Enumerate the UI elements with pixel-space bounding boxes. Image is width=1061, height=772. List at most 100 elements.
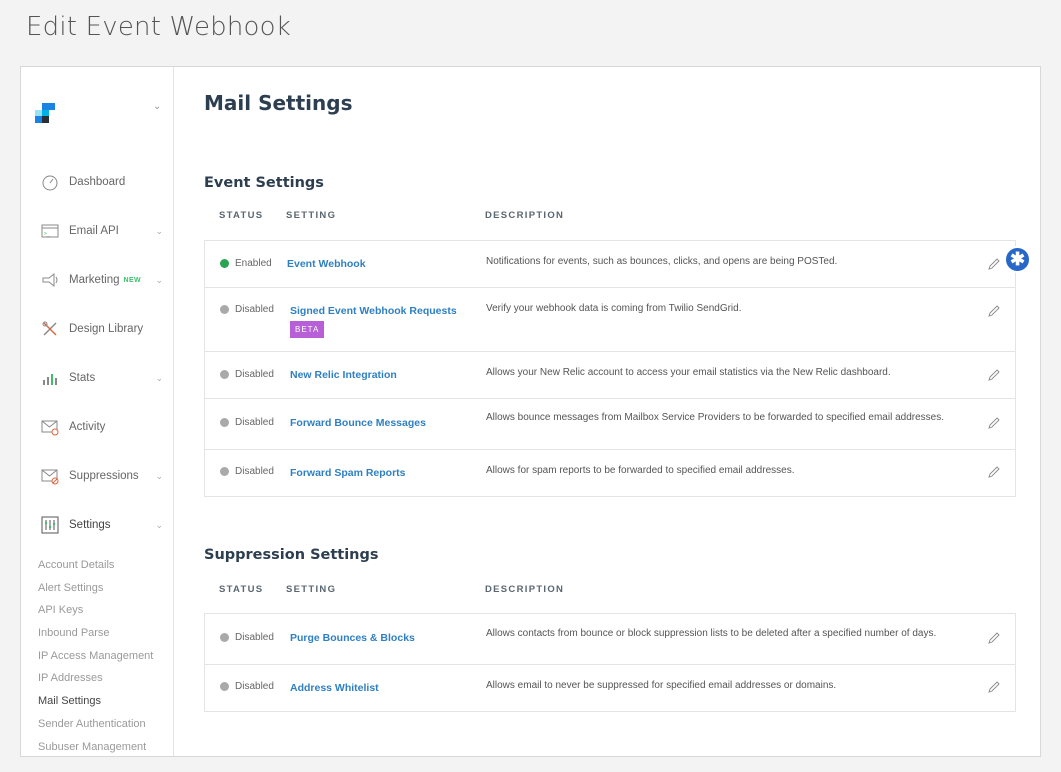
submenu-item-ip-addresses[interactable]: IP Addresses (38, 667, 153, 690)
status-indicator: Disabled (220, 632, 274, 643)
megaphone-icon (42, 272, 58, 288)
setting-description: Allows for spam reports to be forwarded … (486, 465, 795, 476)
setting-link-event-webhook[interactable]: Event Webhook (287, 258, 366, 271)
sidebar-item-email-api[interactable]: >_ Email API ⌄ (21, 211, 173, 251)
status-dot (220, 633, 229, 642)
setting-description: Allows email to never be suppressed for … (486, 680, 837, 691)
suppression-settings-table: Disabled Purge Bounces & Blocks Allows c… (204, 613, 1016, 712)
activity-envelope-icon (41, 420, 59, 436)
table-row: Disabled Signed Event Webhook Requests B… (205, 288, 1015, 352)
main-content: Mail Settings Event Settings STATUS SETT… (174, 67, 1040, 756)
pencil-edit-icon[interactable] (987, 465, 1001, 479)
status-indicator: Disabled (220, 369, 274, 380)
pencil-edit-icon[interactable] (987, 416, 1001, 430)
chevron-down-icon: ⌄ (155, 519, 163, 530)
event-settings-title: Event Settings (204, 175, 324, 191)
sidebar-item-label: Dashboard (69, 176, 126, 188)
column-header-description: DESCRIPTION (485, 584, 565, 595)
status-dot (220, 418, 229, 427)
beta-badge: BETA (290, 321, 325, 338)
status-text: Disabled (235, 632, 274, 643)
sidebar-item-settings[interactable]: Settings ⌄ (21, 505, 173, 545)
status-indicator: Disabled (220, 681, 274, 692)
setting-link-address-whitelist[interactable]: Address Whitelist (290, 682, 379, 695)
status-text: Disabled (235, 417, 274, 428)
sidebar-item-label: Stats (69, 372, 96, 384)
status-text: Disabled (235, 466, 274, 477)
chevron-down-icon: ⌄ (155, 470, 163, 481)
svg-text:>_: >_ (44, 231, 51, 237)
submenu-item-sender-authentication[interactable]: Sender Authentication (38, 713, 153, 736)
status-indicator: Disabled (220, 466, 274, 477)
setting-link-signed-event-webhook-requests[interactable]: Signed Event Webhook Requests BETA (290, 305, 457, 338)
terminal-icon: >_ (41, 224, 59, 238)
pencil-edit-icon[interactable] (987, 304, 1001, 318)
sidebar-item-marketing[interactable]: Marketing NEW ⌄ (21, 260, 173, 300)
sidebar-item-label: Design Library (69, 323, 144, 335)
submenu-item-mail-settings[interactable]: Mail Settings (38, 690, 153, 713)
submenu-item-account-details[interactable]: Account Details (38, 554, 153, 577)
submenu-item-alert-settings[interactable]: Alert Settings (38, 577, 153, 600)
table-row: Disabled New Relic Integration Allows yo… (205, 352, 1015, 399)
submenu-item-inbound-parse[interactable]: Inbound Parse (38, 622, 153, 645)
status-dot (220, 305, 229, 314)
setting-link-forward-spam-reports[interactable]: Forward Spam Reports (290, 467, 406, 480)
setting-link-purge-bounces-blocks[interactable]: Purge Bounces & Blocks (290, 632, 415, 645)
help-asterisk-button[interactable]: ✱ (1004, 246, 1031, 273)
column-header-status: STATUS (219, 584, 264, 595)
chevron-down-icon: ⌄ (155, 372, 163, 383)
sidebar-item-label: Email API (69, 225, 119, 237)
setting-description: Allows contacts from bounce or block sup… (486, 628, 937, 639)
chevron-down-icon: ⌄ (155, 274, 163, 285)
new-badge: NEW (123, 276, 142, 284)
pencil-edit-icon[interactable] (987, 631, 1001, 645)
bar-chart-icon (43, 374, 57, 385)
table-row: Enabled Event Webhook Notifications for … (205, 241, 1015, 288)
pencil-edit-icon[interactable] (987, 680, 1001, 694)
table-row: Disabled Purge Bounces & Blocks Allows c… (205, 614, 1015, 665)
sidebar-item-dashboard[interactable]: Dashboard (21, 162, 173, 202)
submenu-item-ip-access-management[interactable]: IP Access Management (38, 645, 153, 668)
sidebar: ⌄ Dashboard >_ Email API ⌄ Marketing NEW… (21, 67, 174, 756)
chevron-down-icon[interactable]: ⌄ (153, 101, 161, 112)
setting-description: Notifications for events, such as bounce… (486, 256, 838, 267)
setting-label: Signed Event Webhook Requests (290, 305, 457, 317)
submenu-item-api-keys[interactable]: API Keys (38, 599, 153, 622)
suppression-settings-title: Suppression Settings (204, 547, 379, 563)
setting-description: Verify your webhook data is coming from … (486, 303, 742, 314)
status-text: Enabled (235, 258, 272, 269)
dashboard-gauge-icon (42, 175, 58, 191)
status-indicator: Disabled (220, 304, 274, 315)
app-frame: ⌄ Dashboard >_ Email API ⌄ Marketing NEW… (20, 66, 1041, 757)
status-text: Disabled (235, 369, 274, 380)
table-row: Disabled Forward Spam Reports Allows for… (205, 450, 1015, 496)
sidebar-item-label: Activity (69, 421, 106, 433)
page-title: Mail Settings (204, 91, 353, 115)
status-dot (220, 370, 229, 379)
setting-link-forward-bounce-messages[interactable]: Forward Bounce Messages (290, 417, 426, 430)
suppression-envelope-icon (41, 469, 59, 485)
status-indicator: Enabled (220, 258, 272, 269)
pencil-edit-icon[interactable] (987, 257, 1001, 271)
status-dot (220, 467, 229, 476)
sidebar-item-design-library[interactable]: Design Library (21, 309, 173, 349)
setting-link-new-relic-integration[interactable]: New Relic Integration (290, 369, 397, 382)
status-text: Disabled (235, 304, 274, 315)
sendgrid-logo-icon[interactable] (35, 103, 55, 123)
sidebar-item-activity[interactable]: Activity (21, 407, 173, 447)
chevron-down-icon: ⌄ (155, 225, 163, 236)
status-dot (220, 682, 229, 691)
column-header-setting: SETTING (286, 584, 337, 595)
pencil-edit-icon[interactable] (987, 368, 1001, 382)
sidebar-item-label: Settings (69, 519, 111, 531)
table-row: Disabled Address Whitelist Allows email … (205, 665, 1015, 711)
sidebar-item-suppressions[interactable]: Suppressions ⌄ (21, 456, 173, 496)
design-tools-icon (42, 321, 57, 336)
status-text: Disabled (235, 681, 274, 692)
sidebar-item-stats[interactable]: Stats ⌄ (21, 358, 173, 398)
setting-description: Allows bounce messages from Mailbox Serv… (486, 412, 944, 423)
settings-submenu: Account Details Alert Settings API Keys … (38, 554, 153, 757)
table-row: Disabled Forward Bounce Messages Allows … (205, 399, 1015, 450)
settings-sliders-icon (41, 516, 59, 534)
submenu-item-subuser-management[interactable]: Subuser Management (38, 736, 153, 757)
